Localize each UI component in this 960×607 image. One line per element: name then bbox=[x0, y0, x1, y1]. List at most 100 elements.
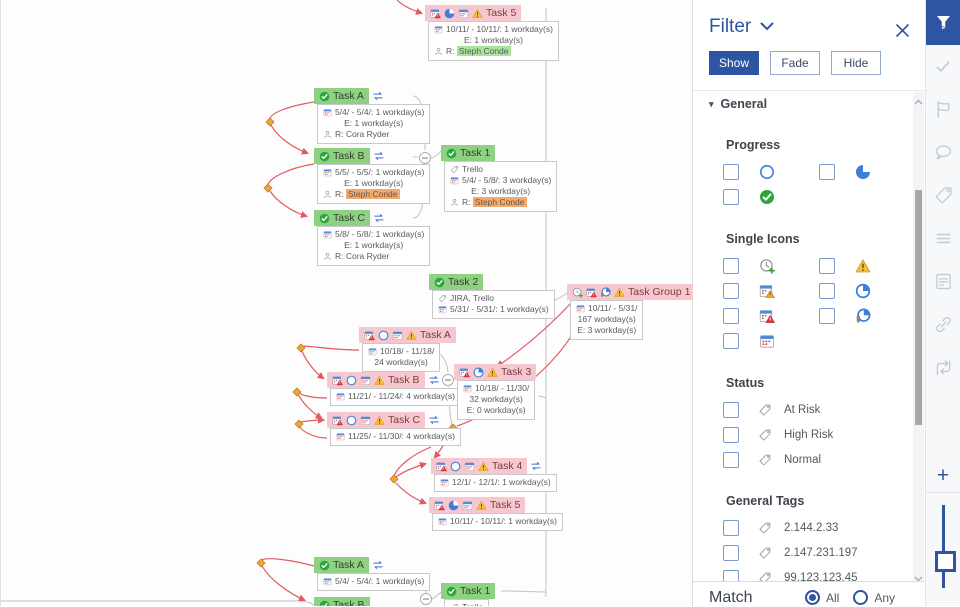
filter-checkbox[interactable] bbox=[819, 283, 835, 299]
transfer-icon bbox=[372, 559, 384, 571]
filter-checkbox[interactable] bbox=[723, 426, 739, 443]
cal-red-icon bbox=[332, 415, 343, 426]
toolbar-tag-tool-button[interactable] bbox=[926, 174, 960, 217]
filter-option[interactable] bbox=[723, 164, 819, 180]
toolbar-note-button[interactable] bbox=[926, 260, 960, 303]
hide-mode-button[interactable]: Hide bbox=[831, 51, 881, 75]
filter-checkbox[interactable] bbox=[723, 283, 739, 299]
task-header[interactable]: Task 2 bbox=[429, 274, 484, 290]
filter-option[interactable]: 2.144.2.33 bbox=[723, 519, 913, 536]
task-node-task-a-3[interactable]: Task A 5/4/ - 5/4/: 1 workday(s) bbox=[314, 557, 431, 591]
filter-option[interactable] bbox=[723, 258, 819, 274]
fade-mode-button[interactable]: Fade bbox=[770, 51, 820, 75]
filter-option[interactable]: High Risk bbox=[723, 426, 913, 443]
filter-option[interactable]: At Risk bbox=[723, 401, 913, 418]
task-node-task-a-2[interactable]: Task A 10/18/ - 11/18/24 workday(s) bbox=[359, 327, 456, 372]
task-header[interactable]: Task 5 bbox=[425, 5, 522, 21]
filter-checkbox[interactable] bbox=[723, 544, 739, 561]
task-node-task-2[interactable]: Task 2 JIRA, Trello 5/31/ - 5/31/: 1 workd… bbox=[429, 274, 555, 319]
task-header[interactable]: Task 3 bbox=[454, 364, 537, 380]
filter-option[interactable] bbox=[819, 164, 913, 180]
scroll-down-icon[interactable] bbox=[913, 569, 924, 582]
scrollbar-thumb[interactable] bbox=[915, 190, 922, 425]
filter-checkbox[interactable] bbox=[819, 164, 835, 180]
task-node-task-5-b[interactable]: Task 5 10/11/ - 10/11/: 1 workday(s) bbox=[429, 497, 563, 531]
filter-checkbox[interactable] bbox=[723, 333, 739, 349]
task-title: Task 1 bbox=[460, 585, 491, 597]
filter-option[interactable] bbox=[819, 283, 913, 299]
toolbar-flag-button[interactable] bbox=[926, 88, 960, 131]
panel-scrollbar[interactable] bbox=[913, 92, 924, 582]
filter-option[interactable] bbox=[723, 189, 819, 205]
task-node-task-3[interactable]: Task 3 10/18/ - 11/30/32 workday(s) E: 0 w… bbox=[454, 364, 537, 420]
filter-options-scroll[interactable]: ▾ General Progress Single Icons Status A… bbox=[693, 92, 913, 581]
filter-checkbox[interactable] bbox=[723, 164, 739, 180]
zoom-slider-track[interactable] bbox=[942, 505, 945, 588]
task-node-task-c-2[interactable]: Task C 11/25/ - 11/30/: 4 workday(s) bbox=[327, 412, 461, 446]
task-header[interactable]: Task B bbox=[314, 148, 370, 164]
filter-checkbox[interactable] bbox=[723, 401, 739, 418]
match-all-label: All bbox=[825, 591, 840, 605]
task-node-task-5-top[interactable]: Task 5 10/11/ - 10/11/: 1 workday(s) E: 1 … bbox=[425, 5, 559, 61]
filter-option[interactable] bbox=[723, 308, 819, 324]
task-header[interactable]: Task 5 bbox=[429, 497, 526, 513]
toolbar-filter-button[interactable] bbox=[926, 0, 960, 45]
task-node-task-1[interactable]: Task 1 Trello 5/4/ - 5/8/: 3 workday(s) E: … bbox=[441, 145, 558, 212]
task-node-task-b-2[interactable]: Task B 11/21/ - 11/24/: 4 workday(s) bbox=[327, 372, 461, 406]
match-all-radio[interactable] bbox=[804, 589, 820, 605]
filter-checkbox[interactable] bbox=[723, 519, 739, 536]
filter-checkbox[interactable] bbox=[723, 189, 739, 205]
task-header[interactable]: Task C bbox=[327, 412, 426, 428]
task-header[interactable]: Task A bbox=[314, 88, 369, 104]
task-header[interactable]: Task A bbox=[359, 327, 456, 343]
task-header[interactable]: Task 1 bbox=[441, 583, 496, 599]
warn-icon bbox=[614, 287, 625, 298]
show-mode-button[interactable]: Show bbox=[709, 51, 759, 75]
task-header[interactable]: Task Group 1 bbox=[567, 284, 693, 300]
task-header[interactable]: Task B bbox=[314, 597, 370, 606]
toolbar-link-button[interactable] bbox=[926, 303, 960, 346]
toolbar-checkmark-button[interactable] bbox=[926, 45, 960, 88]
filter-option[interactable]: 2.147.231.197 bbox=[723, 544, 913, 561]
general-section-toggle[interactable]: ▾ General bbox=[709, 97, 913, 111]
scroll-up-icon[interactable] bbox=[913, 92, 924, 105]
filter-option[interactable] bbox=[723, 283, 819, 299]
close-icon[interactable] bbox=[896, 24, 909, 42]
match-any-radio[interactable] bbox=[853, 589, 869, 605]
filter-option[interactable] bbox=[819, 308, 913, 324]
zoom-slider-handle[interactable] bbox=[935, 551, 956, 572]
filter-checkbox[interactable] bbox=[723, 569, 739, 581]
task-detail-line: R: Cora Ryder bbox=[323, 251, 424, 262]
zoom-in-button[interactable]: + bbox=[926, 462, 960, 493]
task-node-task-a-1[interactable]: Task A 5/4/ - 5/4/: 1 workday(s) E: 1 work… bbox=[314, 88, 431, 144]
filter-checkbox[interactable] bbox=[723, 258, 739, 274]
filter-checkbox[interactable] bbox=[723, 451, 739, 468]
check-icon bbox=[319, 91, 330, 102]
toolbar-flow-button[interactable] bbox=[926, 346, 960, 389]
filter-option[interactable] bbox=[723, 333, 819, 349]
map-canvas[interactable]: Task 5 10/11/ - 10/11/: 1 workday(s) E: 1 … bbox=[0, 0, 693, 606]
task-node-task-b-1[interactable]: Task B 5/5/ - 5/5/: 1 workday(s) E: 1 work… bbox=[314, 148, 431, 204]
zoom-slider[interactable] bbox=[926, 500, 960, 595]
status-label: Status bbox=[726, 376, 765, 390]
task-node-task-group-1[interactable]: Task Group 1 10/11/ - 5/31/167 workday(s)… bbox=[567, 284, 693, 340]
task-header[interactable]: Task A bbox=[314, 557, 369, 573]
filter-checkbox[interactable] bbox=[819, 308, 835, 324]
task-header[interactable]: Task 1 bbox=[441, 145, 496, 161]
task-node-task-4[interactable]: Task 4 12/1/ - 12/1/: 1 workday(s) bbox=[431, 458, 557, 492]
task-header[interactable]: Task 4 bbox=[431, 458, 528, 474]
task-node-task-c-1[interactable]: Task C 5/8/ - 5/8/: 1 workday(s) E: 1 work… bbox=[314, 210, 431, 266]
toolbar-list-button[interactable] bbox=[926, 217, 960, 260]
task-node-task-b-3[interactable]: Task B bbox=[314, 597, 370, 606]
filter-checkbox[interactable] bbox=[819, 258, 835, 274]
filter-checkbox[interactable] bbox=[723, 308, 739, 324]
toolbar-comment-button[interactable] bbox=[926, 131, 960, 174]
filter-option[interactable]: Normal bbox=[723, 451, 913, 468]
filter-option[interactable] bbox=[819, 258, 913, 274]
task-node-task-1-b[interactable]: Task 1 Trello bbox=[441, 583, 496, 606]
chevron-down-icon[interactable] bbox=[760, 18, 774, 36]
task-header[interactable]: Task B bbox=[327, 372, 425, 388]
filter-option[interactable]: 99.123.123.45 bbox=[723, 569, 913, 581]
task-header[interactable]: Task C bbox=[314, 210, 371, 226]
transfer-icon bbox=[428, 414, 440, 426]
